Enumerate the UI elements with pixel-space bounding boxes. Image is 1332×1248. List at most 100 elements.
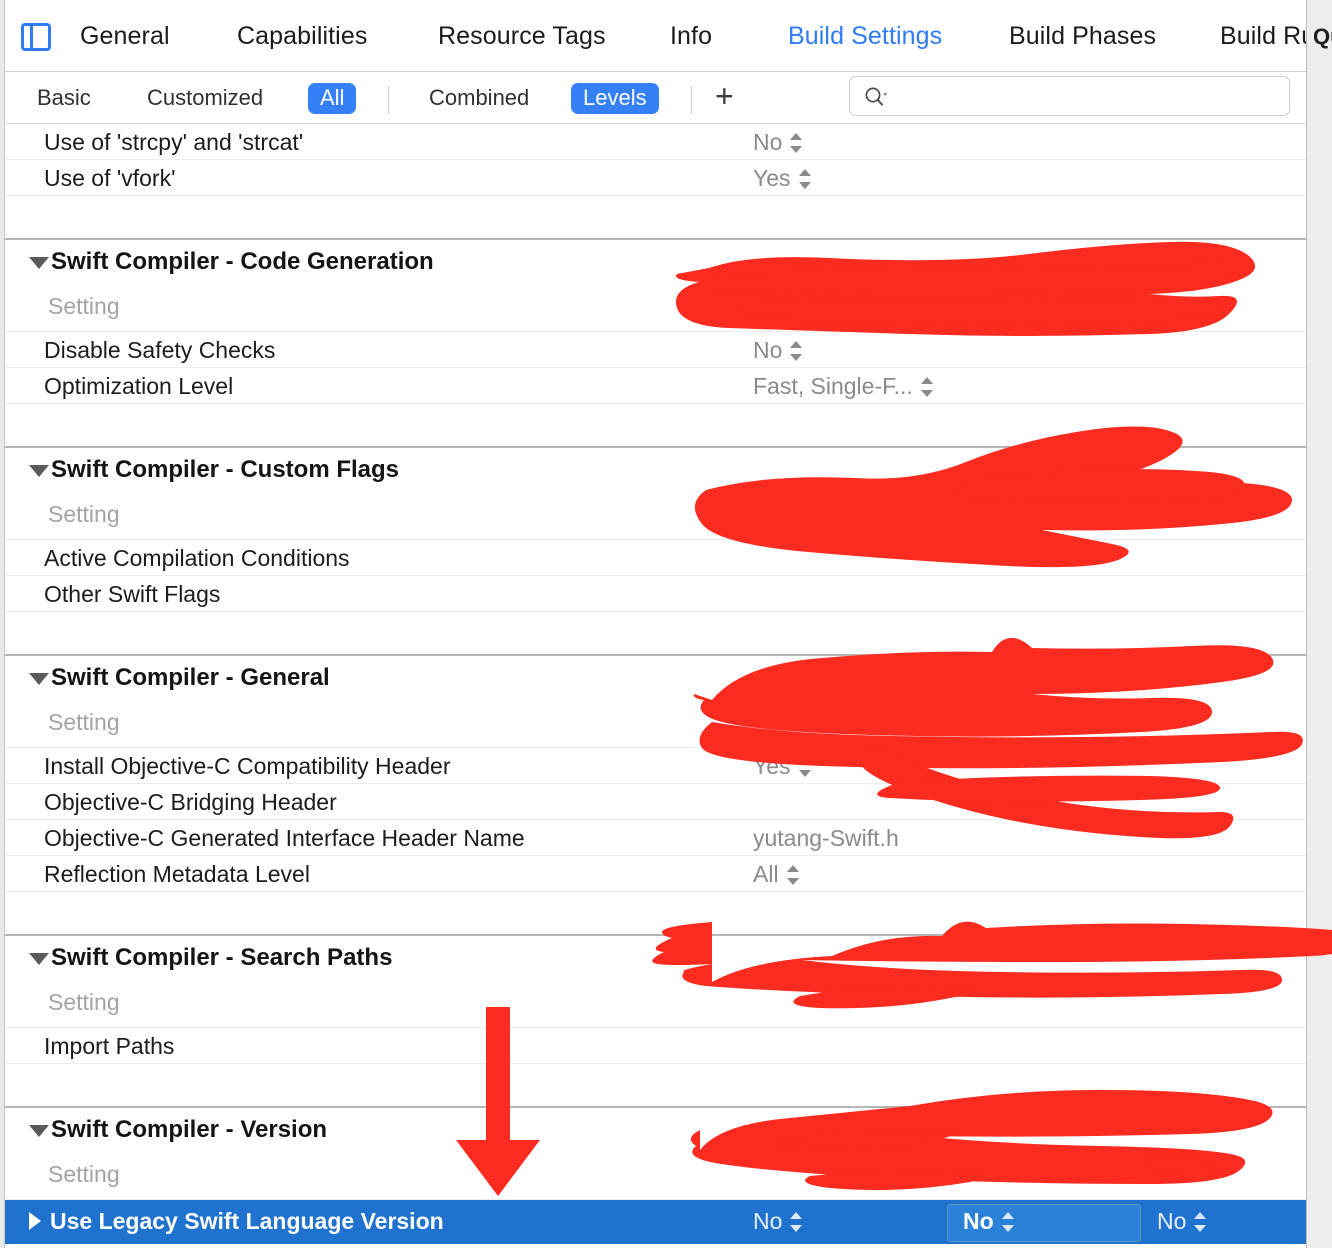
build-settings-list[interactable]: Use of 'strcpy' and 'strcat' No Use of 'vf… — [5, 124, 1306, 1248]
disclosure-triangle-down-icon[interactable] — [29, 1125, 49, 1137]
stepper-icon[interactable] — [1000, 1211, 1016, 1233]
setting-name: Optimization Level — [44, 373, 234, 399]
setting-value-text: Yes — [753, 753, 791, 779]
disclosure-triangle-down-icon[interactable] — [29, 673, 49, 685]
table-row[interactable]: Use of 'strcpy' and 'strcat' No — [5, 124, 1306, 160]
disclosure-triangle-down-icon[interactable] — [29, 465, 49, 477]
column-header-setting: Setting — [5, 984, 1306, 1028]
setting-value-level-0[interactable]: No — [753, 1208, 804, 1235]
setting-value-text: Yes — [753, 165, 791, 191]
stepper-icon[interactable] — [788, 1211, 804, 1233]
table-row[interactable]: Objective-C Generated Interface Header N… — [5, 820, 1306, 856]
group-title: Swift Compiler - Version — [51, 1116, 328, 1143]
setting-name: Use Legacy Swift Language Version — [50, 1208, 444, 1234]
table-row[interactable]: Use of 'vfork' Yes — [5, 160, 1306, 196]
setting-value-text: No — [753, 129, 783, 155]
stepper-icon[interactable] — [785, 864, 801, 886]
group-header[interactable]: Swift Compiler - Search Paths — [5, 936, 1306, 984]
table-row[interactable]: Disable Safety Checks No — [5, 332, 1306, 368]
search-icon — [865, 87, 887, 106]
group-header[interactable]: Swift Compiler - Code Generation — [5, 240, 1306, 288]
group-title: Swift Compiler - Search Paths — [51, 944, 393, 971]
group-title: Swift Compiler - Custom Flags — [51, 456, 400, 483]
table-row[interactable]: Install Objective-C Compatibility Header… — [5, 748, 1306, 784]
stepper-icon[interactable] — [797, 756, 813, 778]
setting-name: Objective-C Generated Interface Header N… — [44, 825, 525, 851]
stepper-icon[interactable] — [788, 132, 804, 154]
group-header[interactable]: Swift Compiler - Version — [5, 1108, 1306, 1156]
filter-basic[interactable]: Basic — [25, 83, 103, 114]
filter-combined[interactable]: Combined — [417, 83, 541, 114]
disclosure-triangle-right-icon[interactable] — [29, 1212, 41, 1230]
group-header[interactable]: Swift Compiler - General — [5, 656, 1306, 704]
filter-divider — [691, 86, 692, 114]
xcode-build-settings-window: General Capabilities Resource Tags Info Buil… — [0, 0, 1332, 1248]
setting-name: Disable Safety Checks — [44, 337, 276, 363]
setting-name: Objective-C Bridging Header — [44, 789, 337, 815]
column-header-label: Setting — [48, 1161, 120, 1187]
setting-value[interactable]: All — [753, 861, 801, 888]
setting-value[interactable]: Yes — [753, 165, 813, 192]
setting-value[interactable]: Fast, Single-F... — [753, 373, 935, 400]
table-row[interactable]: Other Swift Flags — [5, 576, 1306, 612]
add-setting-button[interactable]: + — [715, 80, 734, 112]
tab-build-settings[interactable]: Build Settings — [788, 22, 942, 51]
setting-value-text: No — [963, 1208, 994, 1234]
filter-customized[interactable]: Customized — [135, 83, 275, 114]
column-header-setting: Setting — [5, 1156, 1306, 1200]
filter-all[interactable]: All — [308, 83, 357, 115]
stepper-icon[interactable] — [797, 168, 813, 190]
setting-value-text: No — [753, 1208, 783, 1234]
utilities-panel: Qu — [1306, 0, 1332, 1248]
group-title: Swift Compiler - General — [51, 664, 330, 691]
stepper-icon[interactable] — [1192, 1211, 1208, 1233]
setting-value-text: Fast, Single-F... — [753, 373, 913, 399]
disclosure-triangle-down-icon[interactable] — [29, 953, 49, 965]
group-spacer — [5, 196, 1306, 238]
tab-general[interactable]: General — [80, 22, 170, 51]
group-header[interactable]: Swift Compiler - Custom Flags — [5, 448, 1306, 496]
utilities-panel-title: Qu — [1313, 24, 1332, 49]
group-spacer — [5, 892, 1306, 934]
setting-value[interactable]: No — [753, 129, 804, 156]
tab-build-ru[interactable]: Build Ru — [1220, 22, 1315, 51]
tab-info[interactable]: Info — [670, 22, 712, 51]
setting-value-level-2[interactable]: No — [1157, 1208, 1208, 1235]
setting-value[interactable]: yutang-Swift.h — [753, 825, 899, 852]
group-spacer — [5, 1064, 1306, 1106]
group-spacer — [5, 612, 1306, 654]
disclosure-triangle-down-icon[interactable] — [29, 257, 49, 269]
search-input[interactable] — [849, 76, 1290, 116]
stepper-icon[interactable] — [919, 376, 935, 398]
setting-value-level-1[interactable]: No — [963, 1208, 1016, 1235]
table-row-selected[interactable]: Use Legacy Swift Language Version No No No — [5, 1200, 1306, 1244]
column-header-label: Setting — [48, 709, 120, 735]
setting-value[interactable]: No — [753, 337, 804, 364]
tab-capabilities[interactable]: Capabilities — [237, 22, 367, 51]
tab-resource-tags[interactable]: Resource Tags — [438, 22, 606, 51]
table-row[interactable]: Objective-C Bridging Header — [5, 784, 1306, 820]
sidebar-toggle-icon[interactable] — [21, 23, 51, 51]
table-row[interactable]: Active Compilation Conditions — [5, 540, 1306, 576]
setting-name: Other Swift Flags — [44, 581, 221, 607]
setting-value-text: No — [753, 337, 783, 363]
column-header-label: Setting — [48, 989, 120, 1015]
column-header-label: Setting — [48, 293, 120, 319]
tab-build-phases[interactable]: Build Phases — [1009, 22, 1156, 51]
setting-name: Use of 'strcpy' and 'strcat' — [44, 129, 304, 155]
table-row[interactable]: Optimization Level Fast, Single-F... — [5, 368, 1306, 404]
filter-divider — [388, 86, 389, 114]
setting-name: Reflection Metadata Level — [44, 861, 310, 887]
column-header-label: Setting — [48, 501, 120, 527]
column-header-setting: Setting — [5, 288, 1306, 332]
setting-value-text: yutang-Swift.h — [753, 825, 899, 851]
filter-levels[interactable]: Levels — [571, 83, 659, 115]
table-row[interactable]: Reflection Metadata Level All — [5, 856, 1306, 892]
column-header-setting: Setting — [5, 496, 1306, 540]
setting-name: Install Objective-C Compatibility Header — [44, 753, 451, 779]
setting-value[interactable]: Yes — [753, 753, 813, 780]
table-row[interactable]: Import Paths — [5, 1028, 1306, 1064]
column-header-setting: Setting — [5, 704, 1306, 748]
setting-name: Import Paths — [44, 1033, 175, 1059]
stepper-icon[interactable] — [788, 340, 804, 362]
